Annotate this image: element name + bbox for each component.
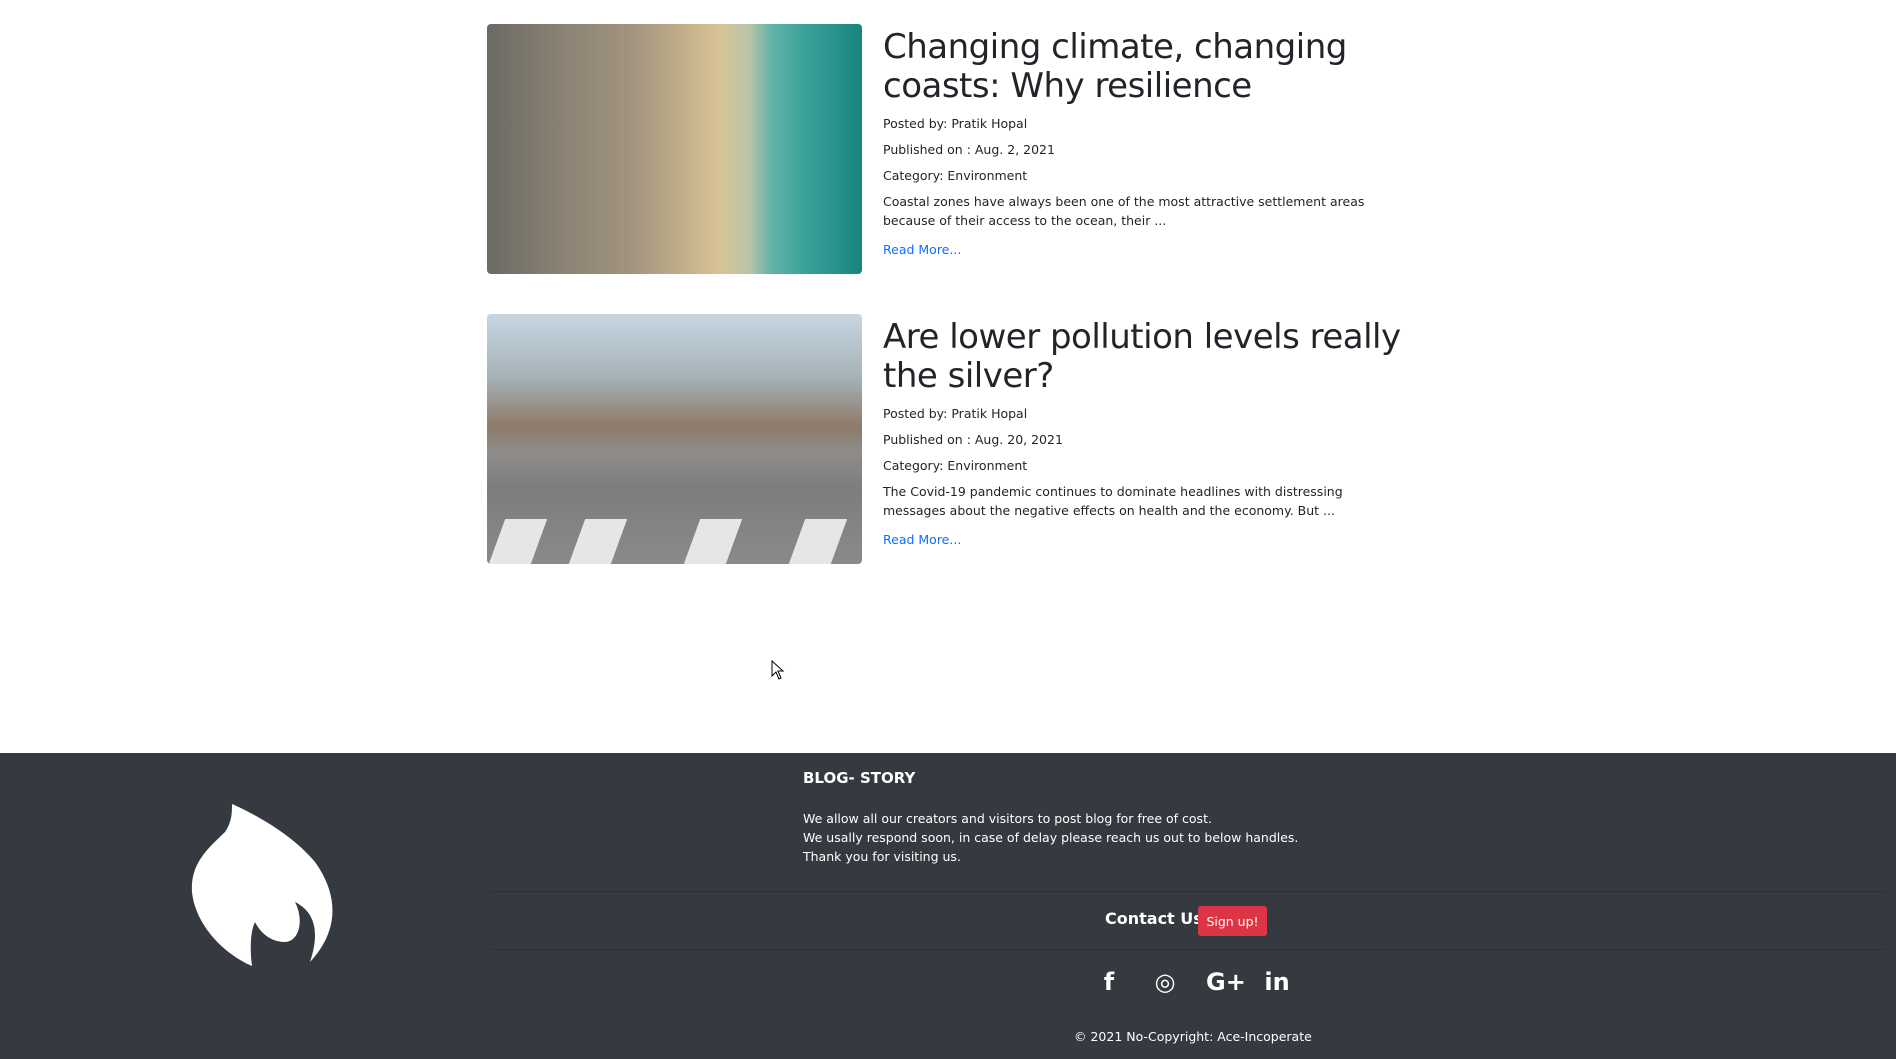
post-title[interactable]: Changing climate, changing coasts: Why r… [883,28,1403,106]
footer: BLOG- STORY We allow all our creators an… [0,753,1896,1059]
read-more-link[interactable]: Read More... [883,242,961,257]
facebook-icon[interactable]: f [1094,968,1124,996]
post-excerpt: Coastal zones have always been one of th… [883,194,1365,228]
google-plus-icon[interactable]: G+ [1206,968,1246,996]
sign-up-button[interactable]: Sign up! [1198,906,1267,936]
post-image-street[interactable] [487,314,862,564]
contact-us-link[interactable]: Contact Us [1105,909,1203,928]
post-date: Published on : Aug. 20, 2021 [883,432,1063,447]
post-title[interactable]: Are lower pollution levels really the si… [883,318,1403,396]
footer-line: Thank you for visiting us. [803,849,961,864]
post-author: Posted by: Pratik Hopal [883,406,1028,421]
footer-line: We usally respond soon, in case of delay… [803,830,1299,845]
flame-logo-icon [191,804,333,966]
post-category: Category: Environment [883,458,1028,473]
copyright: © 2021 No-Copyright: Ace-Incoperate [1074,1029,1312,1044]
post-card: Changing climate, changing coasts: Why r… [487,24,1397,274]
mouse-cursor-icon [771,660,785,680]
instagram-icon[interactable]: ◎ [1150,968,1180,996]
read-more-link[interactable]: Read More... [883,532,961,547]
post-category: Category: Environment [883,168,1028,183]
footer-title: BLOG- STORY [803,769,916,787]
linkedin-icon[interactable]: in [1262,968,1292,996]
post-card: Are lower pollution levels really the si… [487,314,1401,564]
divider [490,891,1886,892]
divider [490,949,1886,950]
post-image-coast[interactable] [487,24,862,274]
footer-line: We allow all our creators and visitors t… [803,811,1212,826]
footer-description: We allow all our creators and visitors t… [803,809,1298,866]
post-author: Posted by: Pratik Hopal [883,116,1028,131]
post-date: Published on : Aug. 2, 2021 [883,142,1055,157]
post-excerpt: The Covid-19 pandemic continues to domin… [883,484,1343,518]
